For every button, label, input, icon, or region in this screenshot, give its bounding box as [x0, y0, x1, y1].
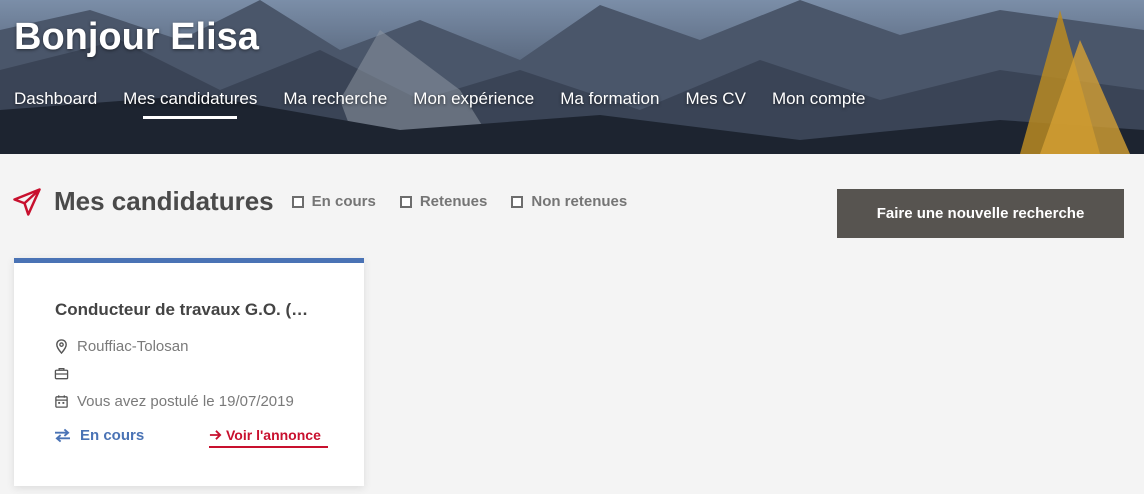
- filter-retenues[interactable]: Retenues: [399, 193, 488, 210]
- applied-row: Vous avez postulé le 19/07/2019: [54, 393, 294, 410]
- view-listing-link[interactable]: Voir l'annonce: [209, 427, 328, 448]
- nav-item-ma-recherche[interactable]: Ma recherche: [283, 89, 387, 109]
- nav-item-dashboard[interactable]: Dashboard: [14, 89, 97, 109]
- applied-date-text: Vous avez postulé le 19/07/2019: [77, 393, 294, 410]
- section-title: Mes candidatures: [54, 186, 274, 216]
- filter-label: Non retenues: [531, 193, 628, 210]
- application-card: Conducteur de travaux G.O. (… Rouffiac-T…: [14, 258, 364, 486]
- nav-item-mes-candidatures[interactable]: Mes candidatures: [123, 89, 257, 119]
- location-text: Rouffiac-Tolosan: [77, 338, 189, 355]
- job-title[interactable]: Conducteur de travaux G.O. (…: [55, 300, 325, 320]
- nav-item-mon-experience[interactable]: Mon expérience: [413, 89, 534, 109]
- arrow-right-icon: [209, 430, 222, 440]
- exchange-arrows-icon: [55, 428, 70, 443]
- location-row: Rouffiac-Tolosan: [54, 338, 188, 355]
- filter-label: Retenues: [419, 193, 488, 210]
- calendar-icon: [55, 395, 68, 408]
- map-pin-icon: [56, 339, 67, 354]
- nav-item-mes-cv[interactable]: Mes CV: [685, 89, 745, 109]
- filter-label: En cours: [311, 193, 376, 210]
- view-listing-label: Voir l'annonce: [226, 427, 321, 443]
- status-badge: En cours: [54, 427, 144, 444]
- section-header: Mes candidatures En cours Retenues Non r…: [12, 186, 651, 217]
- checkbox-en-cours[interactable]: [291, 195, 304, 208]
- checkbox-non-retenues[interactable]: [511, 195, 524, 208]
- paper-plane-icon: [13, 187, 41, 216]
- status-text: En cours: [80, 427, 145, 444]
- header-banner: Bonjour Elisa Dashboard Mes candidatures…: [0, 0, 1144, 154]
- filter-en-cours[interactable]: En cours: [291, 193, 376, 210]
- nav-item-ma-formation[interactable]: Ma formation: [560, 89, 659, 109]
- checkbox-retenues[interactable]: [399, 195, 412, 208]
- new-search-button[interactable]: Faire une nouvelle recherche: [837, 189, 1124, 238]
- page-greeting: Bonjour Elisa: [14, 16, 259, 58]
- briefcase-icon: [54, 367, 69, 380]
- nav-item-mon-compte[interactable]: Mon compte: [772, 89, 866, 109]
- main-nav: Dashboard Mes candidatures Ma recherche …: [14, 89, 891, 119]
- contract-row: [54, 366, 77, 381]
- filter-non-retenues[interactable]: Non retenues: [511, 193, 627, 210]
